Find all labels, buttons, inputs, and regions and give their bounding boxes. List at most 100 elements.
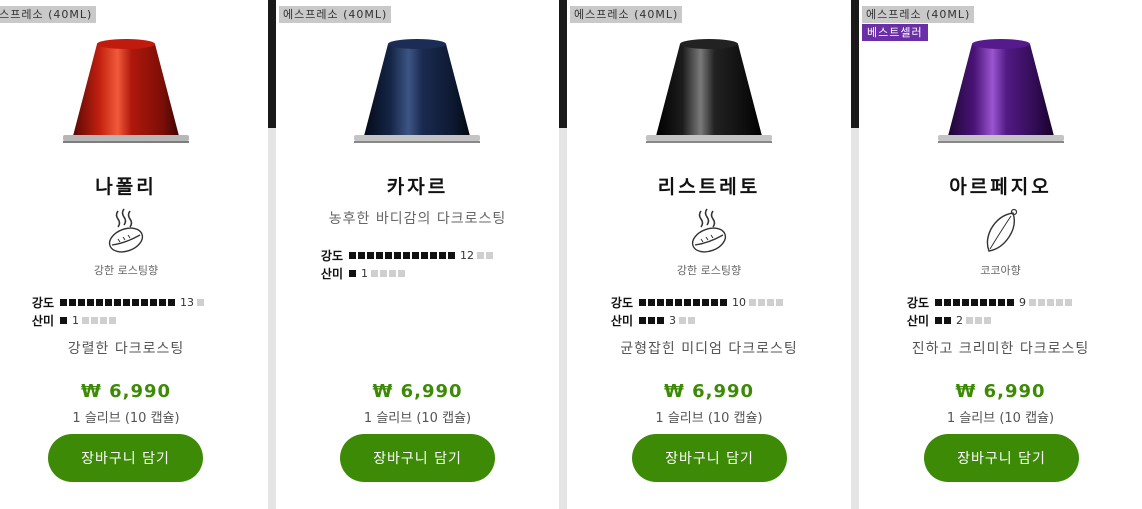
meter-square-filled — [367, 251, 374, 259]
taste-meters: 강도 12 산미 1 — [315, 246, 495, 282]
taste-meters: 강도 13 산미 1 — [26, 293, 206, 329]
meter-square-filled — [430, 251, 437, 259]
add-to-cart-button[interactable]: 장바구니 담기 — [632, 434, 787, 482]
product-name[interactable]: 리스트레토 — [567, 172, 851, 199]
add-to-cart-button[interactable]: 장바구니 담기 — [48, 434, 203, 482]
category-tag: 에스프레소 (40ML) — [0, 6, 97, 23]
intensity-value: 12 — [460, 248, 474, 262]
acidity-bar: 1 — [349, 267, 407, 280]
intensity-meter: 강도 10 — [605, 293, 785, 311]
meter-square-empty — [100, 316, 107, 324]
product-card: 에스프레소 (40ML) 카자르 농후한 바디감의 다크로스팅 강도 12 산미… — [276, 0, 559, 509]
meter-square-filled — [105, 298, 112, 306]
intensity-label: 강도 — [610, 295, 633, 310]
meter-square-filled — [702, 298, 709, 306]
acidity-label: 산미 — [906, 313, 929, 328]
acidity-bar: 1 — [60, 314, 118, 327]
meter-square-filled — [439, 251, 446, 259]
intensity-value: 9 — [1019, 295, 1026, 309]
meter-square-empty — [477, 251, 484, 259]
meter-square-filled — [132, 298, 139, 306]
product-description: 균형잡힌 미디엄 다크로스팅 — [620, 341, 798, 357]
product-price: ₩ 6,990 — [80, 381, 172, 402]
meter-square-empty — [688, 316, 695, 324]
meter-square-empty — [776, 298, 783, 306]
meter-square-empty — [389, 269, 396, 277]
meter-square-filled — [935, 298, 942, 306]
acidity-meter: 산미 1 — [315, 264, 495, 282]
meter-square-empty — [1029, 298, 1036, 306]
product-description: 진하고 크리미한 다크로스팅 — [911, 341, 1090, 357]
meter-square-filled — [720, 298, 727, 306]
meter-square-filled — [980, 298, 987, 306]
acidity-meter: 산미 2 — [901, 311, 1074, 329]
taste-meters: 강도 10 산미 3 — [605, 293, 785, 329]
acidity-label: 산미 — [610, 313, 633, 328]
aroma-label: 강한 로스팅향 — [676, 264, 742, 277]
capsule-image — [354, 39, 480, 143]
meter-square-filled — [971, 298, 978, 306]
intensity-meter: 강도 13 — [26, 293, 206, 311]
meter-square-empty — [91, 316, 98, 324]
meter-square-filled — [657, 298, 664, 306]
meter-square-filled — [935, 316, 942, 324]
meter-square-filled — [998, 298, 1005, 306]
meter-square-empty — [109, 316, 116, 324]
capsule-image — [938, 39, 1064, 143]
meter-square-filled — [69, 298, 76, 306]
product-price: ₩ 6,990 — [372, 381, 463, 402]
gutter-strip — [268, 0, 276, 509]
meter-square-filled — [1007, 298, 1014, 306]
bestseller-badge: 베스트셀러 — [862, 24, 928, 41]
category-tag: 에스프레소 (40ML) — [570, 6, 683, 23]
product-price: ₩ 6,990 — [955, 381, 1046, 402]
product-name[interactable]: 카자르 — [276, 172, 559, 199]
meter-square-filled — [114, 298, 121, 306]
roasted-bean-icon — [108, 208, 144, 253]
meter-square-filled — [448, 251, 455, 259]
meter-square-filled — [648, 316, 655, 324]
meter-square-filled — [376, 251, 383, 259]
meter-square-empty — [984, 316, 991, 324]
intensity-meter: 강도 12 — [315, 246, 495, 264]
product-quantity: 1 슬리브 (10 캡슐) — [946, 411, 1055, 426]
meter-square-empty — [975, 316, 982, 324]
meter-square-filled — [150, 298, 157, 306]
acidity-value: 3 — [669, 313, 676, 327]
add-to-cart-button[interactable]: 장바구니 담기 — [924, 434, 1079, 482]
taste-meters: 강도 9 산미 2 — [901, 293, 1074, 329]
acidity-label: 산미 — [31, 313, 54, 328]
meter-square-empty — [1056, 298, 1063, 306]
meter-square-filled — [693, 298, 700, 306]
intensity-label: 강도 — [906, 295, 929, 310]
meter-square-empty — [82, 316, 89, 324]
meter-square-filled — [412, 251, 419, 259]
meter-square-empty — [1047, 298, 1054, 306]
product-quantity: 1 슬리브 (10 캡슐) — [655, 411, 763, 426]
meter-square-filled — [648, 298, 655, 306]
meter-square-filled — [944, 298, 951, 306]
product-subtitle: 농후한 바디감의 다크로스팅 — [328, 211, 507, 227]
intensity-bar: 12 — [349, 249, 495, 262]
aroma-label: 강한 로스팅향 — [93, 264, 159, 277]
intensity-value: 10 — [732, 295, 746, 309]
product-name[interactable]: 나폴리 — [0, 172, 268, 199]
meter-square-empty — [749, 298, 756, 306]
meter-square-empty — [1065, 298, 1072, 306]
meter-square-filled — [962, 298, 969, 306]
meter-square-filled — [358, 251, 365, 259]
meter-square-empty — [966, 316, 973, 324]
category-tag: 에스프레소 (40ML) — [279, 6, 392, 23]
intensity-label: 강도 — [320, 248, 343, 263]
meter-square-empty — [380, 269, 387, 277]
meter-square-filled — [159, 298, 166, 306]
meter-square-filled — [953, 298, 960, 306]
meter-square-filled — [666, 298, 673, 306]
add-to-cart-button[interactable]: 장바구니 담기 — [340, 434, 495, 482]
gutter-strip — [559, 0, 567, 509]
meter-square-filled — [639, 298, 646, 306]
intensity-bar: 10 — [639, 296, 785, 309]
meter-square-empty — [758, 298, 765, 306]
meter-square-filled — [78, 298, 85, 306]
product-name[interactable]: 아르페지오 — [859, 172, 1142, 199]
